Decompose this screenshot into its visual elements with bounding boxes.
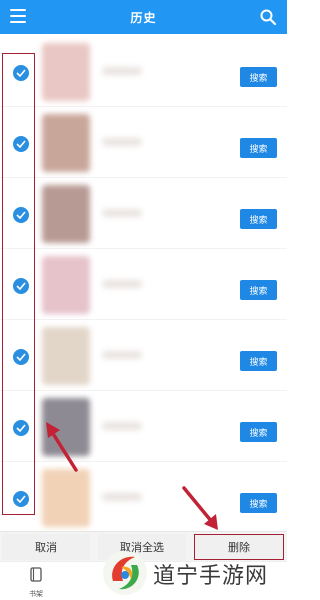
search-icon[interactable]: [259, 8, 277, 26]
checkbox[interactable]: [13, 491, 29, 507]
watermark-text: 道宁手游网: [153, 564, 269, 589]
list-item: 搜索: [0, 250, 287, 320]
list-item: 搜索: [0, 463, 287, 533]
watermark: 道宁手游网: [97, 546, 287, 600]
thumbnail: [42, 469, 90, 527]
checkbox[interactable]: [13, 278, 29, 294]
list-item: 搜索: [0, 392, 287, 462]
hamburger-menu-icon[interactable]: [10, 9, 26, 23]
list-item: 搜索: [0, 321, 287, 391]
thumbnail: [42, 185, 90, 243]
search-button[interactable]: 搜索: [240, 209, 277, 229]
thumbnail: [42, 398, 90, 456]
list-item: 搜索: [0, 108, 287, 178]
thumbnail: [42, 43, 90, 101]
checkbox[interactable]: [13, 349, 29, 365]
list-item: 搜索: [0, 37, 287, 107]
watermark-logo: [103, 551, 147, 595]
blurred-title: [102, 209, 142, 217]
search-button[interactable]: 搜索: [240, 493, 277, 513]
cancel-button[interactable]: 取消: [2, 534, 90, 560]
book-icon: [30, 567, 42, 582]
search-button[interactable]: 搜索: [240, 67, 277, 87]
search-button[interactable]: 搜索: [240, 422, 277, 442]
checkbox[interactable]: [13, 420, 29, 436]
blurred-title: [102, 422, 142, 430]
checkbox[interactable]: [13, 207, 29, 223]
search-button[interactable]: 搜索: [240, 280, 277, 300]
blurred-title: [102, 138, 142, 146]
list-item: 搜索: [0, 179, 287, 249]
thumbnail: [42, 327, 90, 385]
checkbox[interactable]: [13, 65, 29, 81]
checkbox[interactable]: [13, 136, 29, 152]
search-button[interactable]: 搜索: [240, 138, 277, 158]
search-button[interactable]: 搜索: [240, 351, 277, 371]
thumbnail: [42, 256, 90, 314]
blurred-title: [102, 493, 142, 501]
blurred-title: [102, 351, 142, 359]
blurred-title: [102, 280, 142, 288]
blurred-title: [102, 67, 142, 75]
tab-bookshelf-label: 书架: [29, 590, 43, 598]
history-list: 搜索 搜索 搜索 搜索 搜索 搜索 搜索: [0, 34, 287, 533]
page-title: 历史: [130, 10, 157, 25]
thumbnail: [42, 114, 90, 172]
top-app-bar: 历史: [0, 0, 287, 34]
tab-bookshelf[interactable]: 书架: [24, 567, 48, 599]
